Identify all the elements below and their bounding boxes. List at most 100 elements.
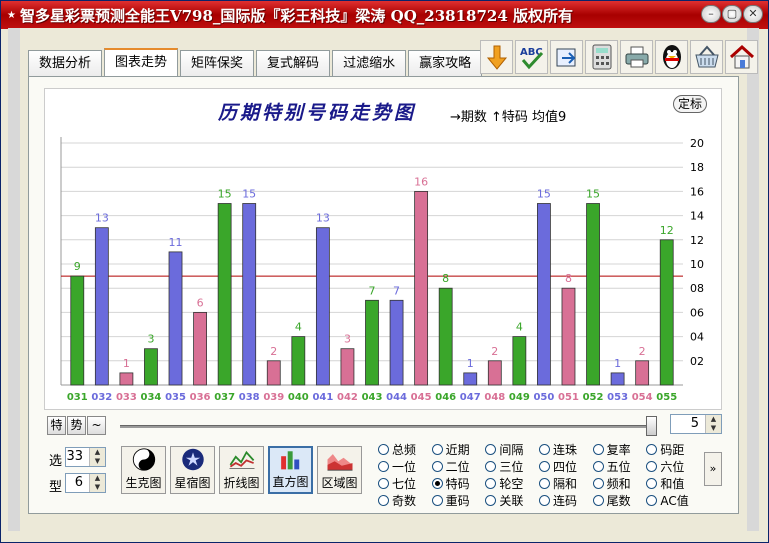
radio-circle-icon[interactable] (592, 461, 604, 472)
radio-option[interactable]: 三位 (485, 458, 539, 475)
radio-circle-icon[interactable] (539, 461, 550, 472)
tab-strategy[interactable]: 赢家攻略 (408, 50, 483, 76)
spellcheck-icon[interactable]: ABC (515, 40, 548, 74)
radio-circle-icon[interactable] (378, 461, 389, 472)
chart-type-shengke-button[interactable]: 生克图 (121, 446, 166, 494)
radio-option[interactable]: 奇数 (378, 492, 432, 509)
radio-circle-icon[interactable] (646, 478, 658, 489)
radio-circle-icon[interactable] (539, 478, 550, 489)
calculator-icon[interactable] (585, 40, 618, 74)
xuan-spinner[interactable]: 33 ▲ ▼ (65, 447, 106, 467)
home-icon[interactable] (725, 40, 758, 74)
radio-option[interactable]: 特码 (431, 475, 486, 492)
radio-circle-icon[interactable] (485, 478, 497, 489)
radio-option[interactable]: 间隔 (485, 441, 539, 458)
tab-matrix[interactable]: 矩阵保奖 (180, 50, 255, 76)
radio-option[interactable]: 五位 (592, 458, 647, 475)
bar-value-label: 3 (344, 333, 351, 346)
radio-option[interactable]: 和值 (646, 475, 700, 492)
chart-type-line-button[interactable]: 折线图 (219, 446, 264, 494)
radio-option[interactable]: 六位 (646, 458, 700, 475)
radio-option[interactable]: 近期 (431, 441, 486, 458)
bar (463, 372, 478, 386)
minimize-button[interactable]: – (701, 5, 721, 23)
more-options-button[interactable]: » (704, 452, 722, 486)
xing-spinner[interactable]: 6 ▲ ▼ (65, 473, 106, 493)
down-arrow-icon[interactable] (480, 40, 513, 74)
period-slider-thumb[interactable] (646, 416, 657, 436)
x-tick-label: 034 (141, 392, 162, 403)
printer-icon[interactable] (620, 40, 653, 74)
radio-circle-icon[interactable] (431, 444, 443, 455)
radio-option[interactable]: 轮空 (485, 475, 539, 492)
tab-bar: 数据分析 图表走势 矩阵保奖 复式解码 过滤缩水 赢家攻略 (28, 48, 483, 76)
radio-circle-icon[interactable] (378, 478, 389, 489)
radio-circle-icon[interactable] (431, 461, 443, 472)
radio-circle-icon[interactable] (431, 478, 443, 489)
x-tick-label: 040 (288, 392, 309, 403)
radio-label: 五位 (606, 460, 631, 474)
radio-option[interactable]: 连码 (539, 492, 593, 509)
radio-option[interactable]: 关联 (485, 492, 539, 509)
spin-down-icon[interactable]: ▼ (90, 457, 105, 466)
radio-circle-icon[interactable] (378, 495, 389, 506)
calibrate-button[interactable]: 定标 (673, 95, 707, 113)
basket-icon[interactable] (690, 40, 723, 74)
radio-option[interactable]: 二位 (431, 458, 486, 475)
radio-option[interactable]: 码距 (646, 441, 700, 458)
mode-trend-button[interactable]: 势 (67, 416, 86, 435)
radio-circle-icon[interactable] (646, 495, 658, 506)
period-slider-track[interactable] (120, 425, 648, 428)
export-icon[interactable] (550, 40, 583, 74)
restore-button[interactable]: ▢ (722, 5, 742, 23)
radio-option[interactable]: 一位 (378, 458, 432, 475)
radio-option[interactable]: 隔和 (539, 475, 593, 492)
radio-circle-icon[interactable] (539, 444, 550, 455)
spin-down-icon[interactable]: ▼ (706, 424, 721, 433)
radio-label: 关联 (499, 494, 524, 508)
close-button[interactable]: ✕ (743, 5, 763, 23)
qq-penguin-icon[interactable] (655, 40, 688, 74)
x-tick-label: 033 (116, 392, 137, 403)
tab-filter[interactable]: 过滤缩水 (332, 50, 407, 76)
tab-chart-trend[interactable]: 图表走势 (104, 48, 179, 76)
x-tick-label: 038 (239, 392, 260, 403)
chart-type-xingxiu-button[interactable]: 星宿图 (170, 446, 215, 494)
radio-circle-icon[interactable] (592, 444, 604, 455)
title-bar[interactable]: ★ 智多星彩票预测全能王V798_国际版『彩王科技』梁涛 QQ_23818724… (1, 1, 768, 29)
mode-wave-button[interactable]: ~ (87, 416, 106, 435)
spin-up-icon[interactable]: ▲ (90, 448, 105, 457)
radio-circle-icon[interactable] (485, 461, 497, 472)
y-tick-label: 16 (690, 185, 704, 198)
radio-option[interactable]: 四位 (539, 458, 593, 475)
radio-circle-icon[interactable] (431, 495, 443, 506)
tab-compound-decode[interactable]: 复式解码 (256, 50, 331, 76)
radio-option[interactable]: 连珠 (539, 441, 593, 458)
radio-circle-icon[interactable] (485, 495, 497, 506)
radio-circle-icon[interactable] (592, 495, 604, 506)
spin-up-icon[interactable]: ▲ (90, 474, 105, 483)
radio-option[interactable]: 总频 (378, 441, 432, 458)
radio-circle-icon[interactable] (592, 478, 604, 489)
radio-option[interactable]: 七位 (378, 475, 432, 492)
radio-option[interactable]: 重码 (431, 492, 486, 509)
mode-special-button[interactable]: 特 (47, 416, 66, 435)
spin-up-icon[interactable]: ▲ (706, 415, 721, 424)
radio-option[interactable]: 尾数 (592, 492, 647, 509)
radio-option[interactable]: 频和 (592, 475, 647, 492)
period-count-spinner[interactable]: 5 ▲ ▼ (670, 414, 722, 434)
tab-data-analysis[interactable]: 数据分析 (28, 50, 103, 76)
bar (512, 336, 527, 386)
radio-option[interactable]: AC值 (646, 492, 700, 509)
xuan-label: 选 (49, 454, 63, 469)
radio-option[interactable]: 复率 (592, 441, 647, 458)
radio-circle-icon[interactable] (485, 444, 497, 455)
radio-circle-icon[interactable] (539, 495, 550, 506)
radio-circle-icon[interactable] (378, 444, 389, 455)
bar (487, 360, 502, 386)
radio-circle-icon[interactable] (646, 444, 658, 455)
radio-circle-icon[interactable] (646, 461, 658, 472)
chart-type-histogram-button[interactable]: 直方图 (268, 446, 313, 494)
chart-type-area-button[interactable]: 区域图 (317, 446, 362, 494)
spin-down-icon[interactable]: ▼ (90, 483, 105, 492)
